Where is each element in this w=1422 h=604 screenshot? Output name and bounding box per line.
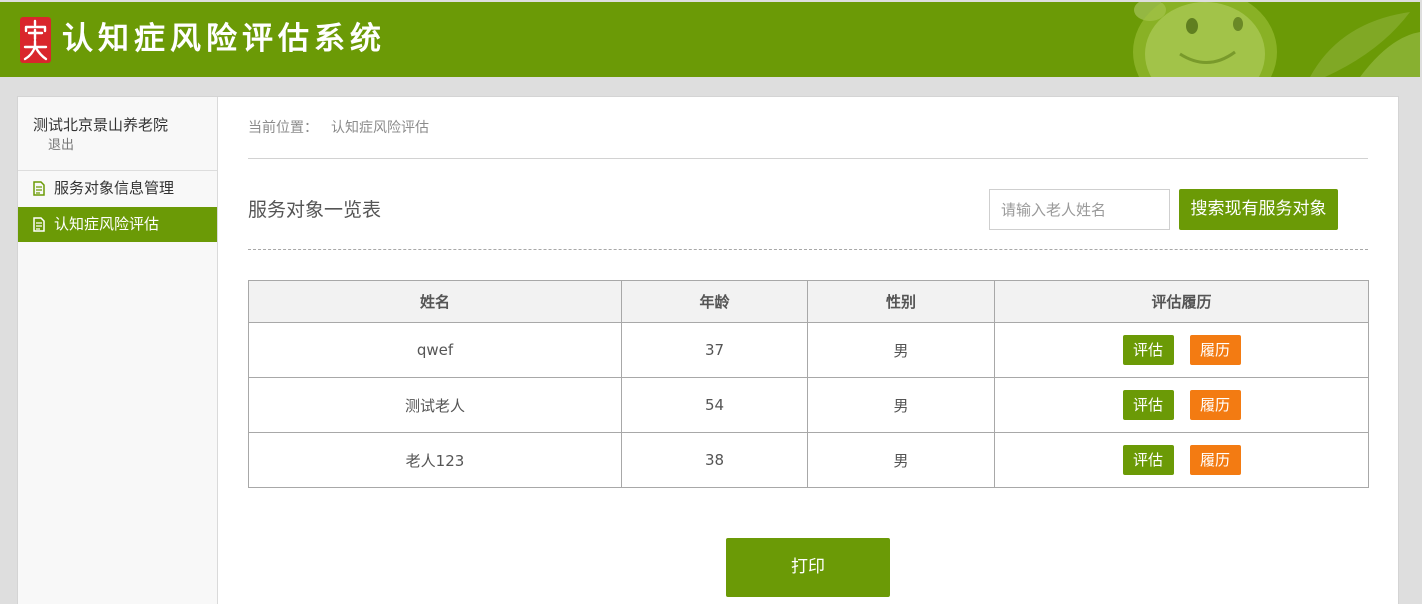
sidebar-item-client-management[interactable]: 服务对象信息管理 bbox=[18, 171, 217, 206]
age-cell: 54 bbox=[621, 377, 808, 433]
app-shell: 测试北京景山养老院 退出 服务对象信息管理 认知症风险评估 当前位置： 认知症风… bbox=[17, 96, 1399, 604]
logout-link[interactable]: 退出 bbox=[48, 137, 74, 155]
app-header: 认知症风险评估系统 bbox=[0, 2, 1420, 77]
table-header-row: 姓名 年龄 性别 评估履历 bbox=[248, 280, 1369, 323]
mascot-eye-right bbox=[1233, 17, 1243, 31]
gender-cell: 男 bbox=[807, 377, 995, 433]
gender-cell: 男 bbox=[807, 322, 995, 378]
table-row: 测试老人 54 男 评估 履历 bbox=[248, 377, 1369, 433]
age-cell: 38 bbox=[621, 432, 808, 488]
breadcrumb-divider bbox=[248, 158, 1368, 159]
gender-cell: 男 bbox=[807, 432, 995, 488]
print-button[interactable]: 打印 bbox=[726, 538, 890, 597]
assess-button[interactable]: 评估 bbox=[1122, 445, 1174, 475]
client-table: 姓名 年龄 性别 评估履历 qwef 37 男 评估 履历 测试老人 54 男 … bbox=[248, 280, 1369, 488]
search-button[interactable]: 搜索现有服务对象 bbox=[1179, 189, 1338, 230]
column-header-age: 年龄 bbox=[621, 280, 808, 323]
history-button[interactable]: 履历 bbox=[1189, 390, 1241, 420]
mascot-illustration bbox=[1133, 2, 1420, 77]
age-cell: 37 bbox=[621, 322, 808, 378]
actions-cell: 评估 履历 bbox=[994, 322, 1369, 378]
app-title: 认知症风险评估系统 bbox=[62, 21, 386, 57]
mascot-eye-left bbox=[1186, 18, 1198, 34]
column-header-name: 姓名 bbox=[248, 280, 622, 323]
document-icon bbox=[33, 181, 45, 196]
table-row: 老人123 38 男 评估 履历 bbox=[248, 432, 1369, 488]
brand-logo bbox=[20, 17, 51, 63]
history-button[interactable]: 履历 bbox=[1189, 335, 1241, 365]
page-title: 服务对象一览表 bbox=[248, 199, 382, 221]
breadcrumb-current: 认知症风险评估 bbox=[331, 120, 429, 136]
sidebar-item-risk-assessment[interactable]: 认知症风险评估 bbox=[18, 207, 217, 242]
table-row: qwef 37 男 评估 履历 bbox=[248, 322, 1369, 378]
name-cell: 老人123 bbox=[248, 432, 622, 488]
breadcrumb-prefix: 当前位置： bbox=[248, 120, 318, 136]
actions-cell: 评估 履历 bbox=[994, 377, 1369, 433]
sidebar-item-label: 服务对象信息管理 bbox=[54, 179, 175, 197]
org-name: 测试北京景山养老院 bbox=[33, 116, 169, 134]
assess-button[interactable]: 评估 bbox=[1122, 390, 1174, 420]
breadcrumb: 当前位置： 认知症风险评估 bbox=[248, 118, 429, 138]
column-header-gender: 性别 bbox=[807, 280, 995, 323]
assess-button[interactable]: 评估 bbox=[1122, 335, 1174, 365]
name-cell: qwef bbox=[248, 322, 622, 378]
name-cell: 测试老人 bbox=[248, 377, 622, 433]
search-input[interactable] bbox=[989, 189, 1170, 230]
actions-cell: 评估 履历 bbox=[994, 432, 1369, 488]
column-header-history: 评估履历 bbox=[994, 280, 1369, 323]
section-divider bbox=[248, 249, 1368, 250]
sidebar: 测试北京景山养老院 退出 服务对象信息管理 认知症风险评估 bbox=[18, 97, 218, 604]
main-content: 当前位置： 认知症风险评估 服务对象一览表 搜索现有服务对象 姓名 年龄 性别 评… bbox=[218, 97, 1398, 604]
sidebar-item-label: 认知症风险评估 bbox=[54, 215, 160, 233]
document-icon bbox=[33, 217, 45, 232]
history-button[interactable]: 履历 bbox=[1189, 445, 1241, 475]
